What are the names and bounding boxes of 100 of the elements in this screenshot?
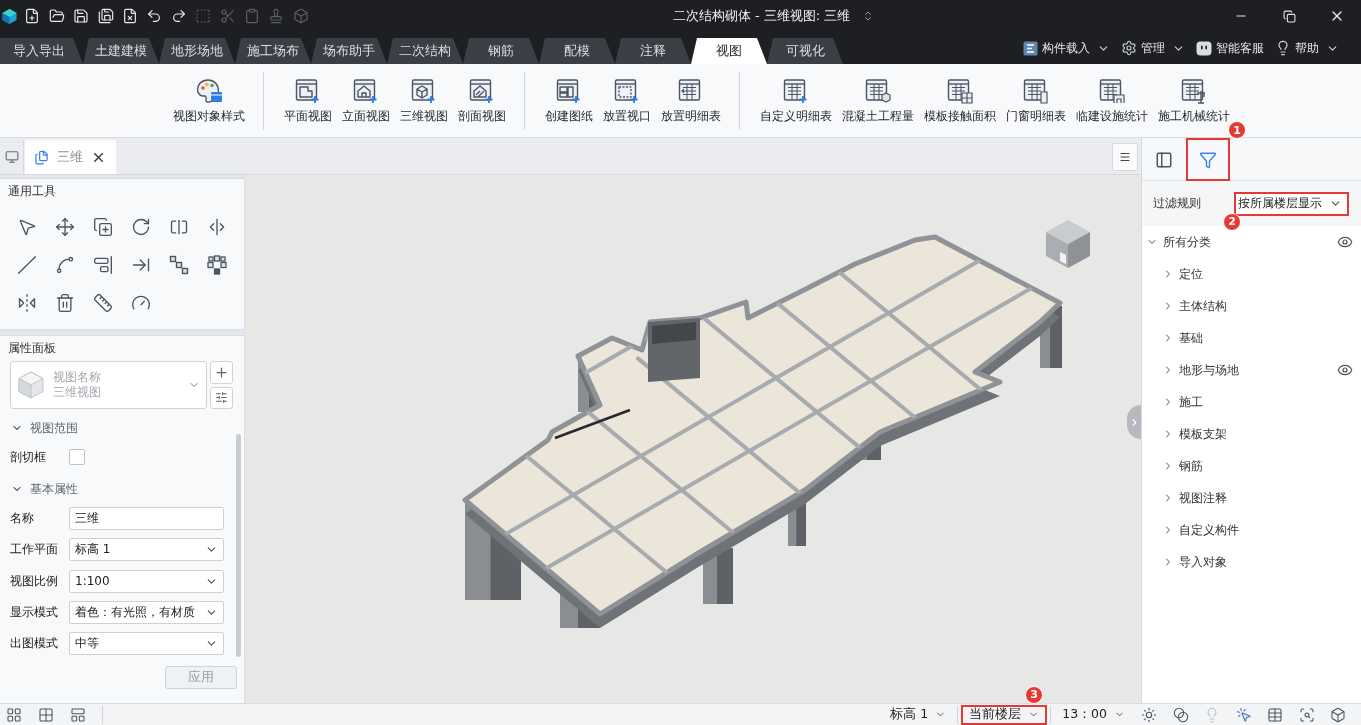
mirror-icon[interactable] [17, 293, 37, 313]
split-icon[interactable] [169, 217, 189, 237]
tree-item[interactable]: 导入对象 [1142, 546, 1361, 578]
sun-icon[interactable] [1141, 706, 1157, 723]
blend-icon[interactable] [1172, 706, 1189, 723]
trash-icon[interactable] [55, 293, 75, 313]
palette-icon[interactable] [195, 77, 223, 105]
dropdown-field[interactable]: 着色：有光照，有材质 [69, 601, 224, 625]
slash-icon[interactable] [17, 255, 37, 275]
viewport-icon[interactable] [613, 77, 641, 105]
square-ring-icon[interactable] [207, 255, 227, 275]
ribbon-tab[interactable]: 可视化 [767, 38, 843, 64]
ribbon-button[interactable]: 模板接触面积 [919, 77, 1001, 124]
add-button[interactable] [210, 361, 233, 384]
restore-icon[interactable] [1282, 9, 1296, 23]
table-building-icon[interactable] [1098, 77, 1126, 105]
file-x-icon[interactable] [121, 8, 138, 24]
tab-menu-button[interactable] [1112, 143, 1138, 171]
dropdown-field[interactable]: 1:100 [69, 569, 224, 593]
settings-button[interactable] [210, 386, 233, 409]
ribbon-button[interactable]: 剖面视图 [453, 77, 511, 124]
tree-item[interactable]: 模板支架 [1142, 418, 1361, 450]
ribbon-tab[interactable]: 钢筋 [463, 38, 539, 64]
ribbon-tab[interactable]: 场布助手 [311, 38, 387, 64]
dropdown-field[interactable]: 标高 1 [69, 538, 224, 562]
tree-item[interactable]: 钢筋 [1142, 450, 1361, 482]
floor-plan-icon[interactable] [294, 77, 322, 105]
tree-item[interactable]: 地形与场地 [1142, 354, 1361, 386]
tree-item[interactable]: 基础 [1142, 322, 1361, 354]
table-cube-icon[interactable] [864, 77, 892, 105]
dropdown-field[interactable]: 按所属楼层显示 [1234, 191, 1349, 216]
rotate-icon[interactable] [131, 217, 151, 237]
table-grid-icon[interactable] [946, 77, 974, 105]
dropdown-field[interactable]: 中等 [69, 632, 224, 656]
house-icon[interactable] [352, 77, 380, 105]
folder-icon[interactable] [48, 8, 65, 24]
ribbon-button[interactable]: 混凝土工程量 [837, 77, 919, 124]
layout-icon[interactable] [70, 706, 86, 723]
text-field[interactable]: 三维 [69, 507, 224, 531]
header-menu[interactable]: 帮助 [1275, 39, 1339, 57]
ribbon-tab[interactable]: 二次结构 [387, 38, 463, 64]
tree-item[interactable]: 主体结构 [1142, 290, 1361, 322]
monitor-icon[interactable] [4, 150, 19, 164]
cube-icon[interactable] [1330, 706, 1346, 723]
ribbon-tab[interactable]: 视图 [691, 38, 767, 64]
cube-view-icon[interactable] [410, 77, 438, 105]
filter-tab[interactable] [1186, 138, 1230, 181]
table-door-icon[interactable] [1022, 77, 1050, 105]
tree-item[interactable]: 施工 [1142, 386, 1361, 418]
pointer-icon[interactable] [17, 217, 37, 237]
move-icon[interactable] [55, 217, 75, 237]
status-dropdown[interactable]: 当前楼层 [961, 704, 1048, 725]
status-dropdown[interactable]: 标高 1 [882, 704, 955, 725]
ribbon-tab[interactable]: 注释 [615, 38, 691, 64]
tree-item[interactable]: 定位 [1142, 258, 1361, 290]
eye-icon[interactable] [1337, 362, 1353, 378]
header-menu[interactable]: 管理 [1121, 39, 1185, 57]
save-icon[interactable] [73, 8, 90, 24]
ribbon-button[interactable]: 临建设施统计 [1071, 77, 1153, 124]
ribbon-button[interactable]: 三维视图 [395, 77, 453, 124]
checkbox[interactable] [69, 449, 85, 465]
curve-icon[interactable] [55, 255, 75, 275]
separator-icon[interactable] [207, 217, 227, 237]
eye-icon[interactable] [1337, 234, 1353, 250]
new-file-icon[interactable] [24, 8, 41, 24]
3d-viewport[interactable] [245, 175, 1141, 703]
save-all-icon[interactable] [97, 8, 114, 24]
ribbon-button[interactable]: 视图对象样式 [168, 77, 250, 124]
tree-item[interactable]: 自定义构件 [1142, 514, 1361, 546]
collapse-handle[interactable] [1127, 405, 1141, 439]
ruler-icon[interactable] [93, 293, 113, 313]
ribbon-button[interactable]: 创建图纸 [540, 77, 598, 124]
table-crane-icon[interactable] [1180, 77, 1208, 105]
ribbon-button[interactable]: 施工机械统计 [1153, 77, 1235, 124]
redo-icon[interactable] [170, 8, 187, 24]
section-icon[interactable] [468, 77, 496, 105]
scrollbar-thumb[interactable] [236, 434, 241, 657]
ribbon-button[interactable]: 放置明细表 [656, 77, 726, 124]
menu-icon[interactable] [1119, 151, 1131, 163]
ribbon-button[interactable]: 立面视图 [337, 77, 395, 124]
ribbon-tab[interactable]: 配模 [539, 38, 615, 64]
sheet-icon[interactable] [555, 77, 583, 105]
status-dropdown[interactable]: 13：00 [1054, 704, 1133, 725]
header-menu[interactable]: 智能客服 [1196, 39, 1264, 57]
align-right-icon[interactable] [93, 255, 113, 275]
ribbon-button[interactable]: 门窗明细表 [1001, 77, 1071, 124]
ribbon-tab[interactable]: 导入导出 [0, 38, 83, 64]
header-menu[interactable]: 构件载入 [1023, 39, 1110, 57]
table-icon[interactable] [1267, 706, 1283, 723]
ribbon-button[interactable]: 平面视图 [279, 77, 337, 124]
ribbon-tab[interactable]: 施工场布 [235, 38, 311, 64]
grid-icon[interactable] [38, 706, 54, 723]
undo-icon[interactable] [146, 8, 163, 24]
ribbon-tab[interactable]: 地形场地 [159, 38, 235, 64]
diagonal-squares-icon[interactable] [169, 255, 189, 275]
ribbon-tab[interactable]: 土建建模 [83, 38, 159, 64]
pointer-click-icon[interactable] [1235, 706, 1252, 723]
table-plus-icon[interactable] [782, 77, 810, 105]
grid-icon[interactable] [6, 706, 22, 723]
tree-item[interactable]: 视图注释 [1142, 482, 1361, 514]
